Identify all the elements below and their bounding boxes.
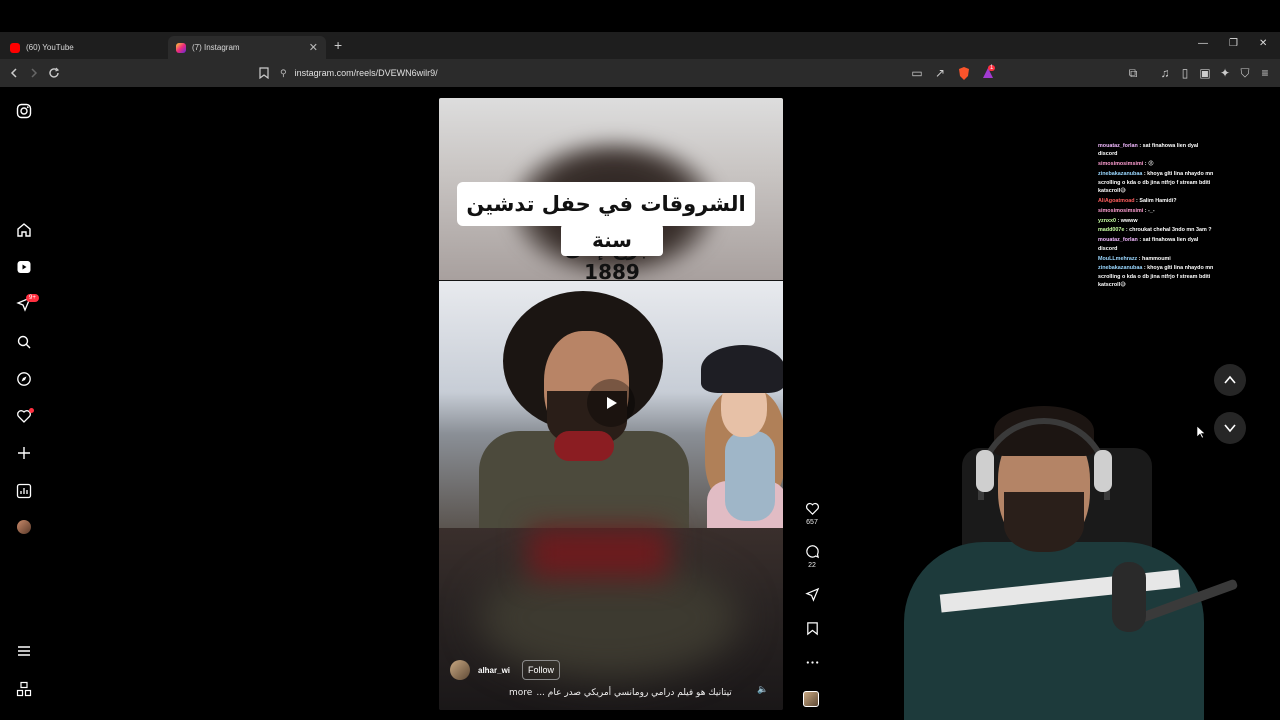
notification-dot: [29, 408, 34, 413]
chat-message: AliAgoatmoad : Salim Hamidi?: [1098, 197, 1177, 204]
browser-tab-bar: (60) YouTube (7) Instagram ✕ + — ❐ ✕: [0, 32, 1280, 59]
chat-message: yznxx0 : wwww: [1098, 217, 1138, 224]
video-caption-line1: الشروقات في حفل تدشين برج إفل: [457, 182, 755, 260]
author-avatar[interactable]: [450, 660, 470, 680]
woman-hat: [701, 345, 783, 393]
address-bar[interactable]: ⚲ instagram.com/reels/DVEWN6wilr9/: [280, 63, 1000, 83]
tab-title: (7) Instagram: [192, 43, 240, 52]
chat-message: mouataz_forlan : sat finahowa lien dyal …: [1098, 237, 1199, 252]
maximize-icon[interactable]: ❐: [1229, 38, 1238, 49]
reel-description[interactable]: more تيتانيك هو فيلم درامي رومانسي أمريك…: [509, 688, 732, 698]
chat-message: madd007e : chroukat chehal 3ndo mn 3am ?: [1098, 227, 1212, 234]
tab-title: (60) YouTube: [26, 43, 74, 52]
chat-message: zinebakazanubaa : khoya glti lina nhaydo…: [1098, 265, 1214, 289]
chat-message: simosimosimsimi : -_-: [1098, 207, 1155, 214]
description-text: تيتانيك هو فيلم درامي رومانسي أمريكي صدر…: [536, 688, 732, 698]
new-tab-button[interactable]: +: [334, 37, 342, 53]
play-button[interactable]: [587, 379, 635, 427]
browser-toolbar: ⚲ instagram.com/reels/DVEWN6wilr9/ ▭ ↗ 1…: [0, 59, 1280, 87]
dashboard-icon[interactable]: [14, 481, 34, 501]
send-icon: [804, 587, 819, 602]
woman-scarf: [725, 431, 775, 521]
instagram-logo-icon[interactable]: [14, 101, 34, 121]
comment-action[interactable]: 22: [800, 544, 824, 569]
create-icon[interactable]: [14, 443, 34, 463]
microphone: [1112, 562, 1146, 632]
reload-icon[interactable]: [46, 65, 62, 81]
more-icon: [806, 661, 818, 664]
sidebar-icon[interactable]: ▯: [1177, 65, 1193, 81]
streamer-beard: [1004, 492, 1084, 552]
profile-avatar[interactable]: [17, 520, 31, 534]
close-tab-icon[interactable]: ✕: [309, 41, 318, 54]
url-text: instagram.com/reels/DVEWN6wilr9/: [294, 68, 438, 78]
youtube-icon: [10, 42, 20, 53]
leo-ai-icon[interactable]: ✦: [1217, 65, 1233, 81]
man-scarf: [554, 431, 614, 461]
reel-top-frame: الشروقات في حفل تدشين برج إفل سنة 1889: [439, 98, 783, 284]
more-menu-icon[interactable]: [14, 641, 34, 661]
author-username[interactable]: alhar_wi: [478, 666, 510, 675]
messages-badge: 9+: [26, 294, 39, 302]
wallet-icon[interactable]: ▣: [1197, 65, 1213, 81]
reel-author: alhar_wi Follow: [450, 660, 561, 680]
home-icon[interactable]: [14, 220, 34, 240]
heart-icon: [805, 502, 819, 515]
follow-button[interactable]: Follow: [522, 660, 561, 680]
more-link[interactable]: more: [509, 688, 532, 698]
comment-icon: [805, 545, 819, 559]
reel-bottom-frame: [439, 528, 783, 710]
cast-icon[interactable]: ▭: [909, 65, 925, 81]
site-info-icon[interactable]: ⚲: [280, 68, 287, 79]
save-action[interactable]: [800, 621, 824, 636]
reel-video[interactable]: الشروقات في حفل تدشين برج إفل سنة 1889 a…: [439, 98, 783, 710]
more-options-action[interactable]: [800, 655, 824, 670]
save-icon: [806, 622, 818, 636]
play-icon: [607, 397, 617, 409]
search-icon[interactable]: [14, 332, 34, 352]
vpn-icon[interactable]: ⛉: [1237, 65, 1253, 81]
back-icon[interactable]: [6, 65, 22, 81]
tab-youtube[interactable]: (60) YouTube: [2, 36, 166, 59]
chat-message: MouLLmehrazz : hammoumi: [1098, 255, 1171, 262]
video-caption-line2: سنة 1889: [561, 224, 663, 284]
headset-left-ear: [976, 450, 994, 492]
share-icon[interactable]: ↗: [932, 65, 948, 81]
stream-chat-overlay: mouataz_forlan : sat finahowa lien dyal …: [1098, 142, 1218, 291]
menu-icon[interactable]: ≡: [1257, 65, 1273, 81]
brave-shield-icon[interactable]: [956, 65, 972, 81]
minimize-icon[interactable]: —: [1198, 38, 1208, 49]
chat-message: zinebakazanubaa : khoya glti lina nhaydo…: [1098, 171, 1214, 194]
chat-message: simosimosimsimi : 😡: [1098, 161, 1154, 168]
volume-icon[interactable]: 🔈: [757, 684, 768, 695]
instagram-icon: [176, 42, 186, 53]
like-count: 657: [806, 519, 818, 526]
headset-right-ear: [1094, 450, 1112, 492]
music-icon[interactable]: ♫: [1157, 65, 1173, 81]
chat-message: mouataz_forlan : sat finahowa lien dyal …: [1098, 143, 1199, 158]
reels-icon[interactable]: [14, 257, 34, 277]
explore-icon[interactable]: [14, 369, 34, 389]
like-action[interactable]: 657: [800, 501, 824, 526]
share-action[interactable]: [800, 587, 824, 602]
screenshot-icon[interactable]: ⧉: [1125, 65, 1141, 81]
also-from-meta-icon[interactable]: [14, 679, 34, 699]
tab-instagram[interactable]: (7) Instagram ✕: [168, 36, 326, 59]
close-window-icon[interactable]: ✕: [1259, 38, 1267, 49]
reel-main-frame: [439, 281, 783, 528]
comment-count: 22: [808, 562, 816, 569]
blurred-scarf: [529, 528, 669, 578]
streamer-jacket: [904, 542, 1204, 720]
webcam-overlay: [880, 392, 1280, 720]
chevron-up-icon: [1224, 375, 1236, 384]
audio-thumbnail[interactable]: [803, 691, 819, 707]
left-navigation: 9+: [0, 87, 48, 720]
bookmark-icon[interactable]: [256, 65, 272, 81]
forward-icon[interactable]: [26, 65, 42, 81]
